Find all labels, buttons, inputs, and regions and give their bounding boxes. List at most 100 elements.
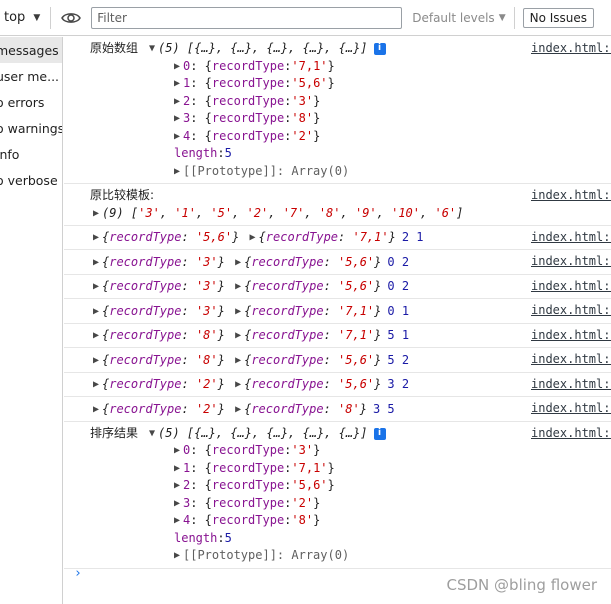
record-value: '2' xyxy=(291,495,314,510)
expand-triangle-icon[interactable]: ▼ xyxy=(146,425,158,443)
console-output: index.html:2 原始数组 ▼ (5) [{…}, {…}, {…}, … xyxy=(64,37,611,604)
array-item-row[interactable]: ▶ 1: {recordType: '7,1'} xyxy=(90,460,611,478)
array-item-row[interactable]: ▶ 4: {recordType: '2'} xyxy=(90,128,611,146)
source-link[interactable]: index.html:3 xyxy=(531,253,611,271)
object-preview[interactable]: {recordType: '5,6'} xyxy=(102,229,239,247)
expand-triangle-icon[interactable]: ▶ xyxy=(232,278,244,296)
expand-triangle-icon[interactable]: ▶ xyxy=(171,495,183,513)
source-link[interactable]: index.html:2 xyxy=(531,40,611,58)
expand-triangle-icon[interactable]: ▶ xyxy=(171,110,183,128)
punct: , xyxy=(340,205,355,220)
array-summary[interactable]: (5) [{…}, {…}, {…}, {…}, {…}] xyxy=(158,40,368,58)
sidebar-item-verbose[interactable]: o verbose xyxy=(0,167,62,193)
sidebar-item-errors[interactable]: o errors xyxy=(0,89,62,115)
expand-triangle-icon[interactable]: ▼ xyxy=(146,40,158,58)
expand-triangle-icon[interactable]: ▶ xyxy=(171,442,183,460)
punct: } xyxy=(313,128,321,143)
sidebar-item-info[interactable]: info xyxy=(0,141,62,167)
source-link[interactable]: index.html:3 xyxy=(531,376,611,394)
eye-icon[interactable] xyxy=(59,8,83,28)
expand-triangle-icon[interactable]: ▶ xyxy=(90,205,102,223)
object-preview[interactable]: {recordType: '8'} xyxy=(102,352,225,370)
object-preview[interactable]: {recordType: '5,6'} xyxy=(244,376,381,394)
array-item-row[interactable]: ▶ 2: {recordType: '5,6'} xyxy=(90,477,611,495)
expand-triangle-icon[interactable]: ▶ xyxy=(171,93,183,111)
punct: } xyxy=(313,513,321,528)
expand-triangle-icon[interactable]: ▶ xyxy=(232,303,244,321)
record-key: recordType xyxy=(211,443,285,458)
console-prompt-icon[interactable]: › xyxy=(74,565,82,583)
sidebar-item-user-messages[interactable]: user me... xyxy=(0,63,62,89)
source-link[interactable]: index.html:3 xyxy=(531,425,611,443)
sidebar-item-messages[interactable]: messages xyxy=(0,37,62,63)
array-summary[interactable]: (5) [{…}, {…}, {…}, {…}, {…}] xyxy=(158,425,368,443)
template-array[interactable]: (9) ['3', '1', '5', '2', '7', '8', '9', … xyxy=(102,205,463,223)
object-preview[interactable]: {recordType: '5,6'} xyxy=(244,278,381,296)
source-link[interactable]: index.html:3 xyxy=(531,278,611,296)
object-preview[interactable]: {recordType: '7,1'} xyxy=(259,229,396,247)
object-preview[interactable]: {recordType: '3'} xyxy=(102,303,225,321)
expand-triangle-icon[interactable]: ▶ xyxy=(171,460,183,478)
expand-triangle-icon[interactable]: ▶ xyxy=(90,303,102,321)
context-selector[interactable]: top ▼ xyxy=(0,0,40,35)
expand-triangle-icon[interactable]: ▶ xyxy=(171,75,183,93)
expand-triangle-icon[interactable]: ▶ xyxy=(247,229,259,247)
array-item-row[interactable]: ▶ 2: {recordType: '3'} xyxy=(90,93,611,111)
issues-button[interactable]: No Issues xyxy=(522,7,595,28)
record-value: '8' xyxy=(195,328,218,343)
source-link[interactable]: index.html:3 xyxy=(531,229,611,247)
object-preview[interactable]: {recordType: '2'} xyxy=(102,401,225,419)
array-value: '7' xyxy=(282,205,305,220)
object-preview[interactable]: {recordType: '7,1'} xyxy=(244,303,381,321)
punct: } xyxy=(217,352,225,367)
punct: , xyxy=(376,205,392,220)
source-link[interactable]: index.html:3 xyxy=(531,302,611,320)
expand-triangle-icon[interactable]: ▶ xyxy=(90,254,102,272)
source-link[interactable]: index.html:3 xyxy=(531,351,611,369)
array-item-row[interactable]: ▶ 0: {recordType: '7,1'} xyxy=(90,58,611,76)
filter-input[interactable] xyxy=(91,6,403,29)
expand-triangle-icon[interactable]: ▶ xyxy=(232,401,244,419)
record-value: '7,1' xyxy=(291,460,328,475)
source-link[interactable]: index.html:2 xyxy=(531,187,611,205)
array-item-row[interactable]: ▶ 3: {recordType: '8'} xyxy=(90,110,611,128)
array-item-row[interactable]: ▶ 4: {recordType: '8'} xyxy=(90,512,611,530)
expand-triangle-icon[interactable]: ▶ xyxy=(171,547,183,565)
punct: : xyxy=(284,128,292,143)
expand-triangle-icon[interactable]: ▶ xyxy=(90,278,102,296)
object-preview[interactable]: {recordType: '3'} xyxy=(102,254,225,272)
punct: : xyxy=(323,377,339,392)
object-preview[interactable]: {recordType: '8'} xyxy=(102,327,225,345)
expand-triangle-icon[interactable]: ▶ xyxy=(90,229,102,247)
source-link[interactable]: index.html:3 xyxy=(531,327,611,345)
expand-triangle-icon[interactable]: ▶ xyxy=(232,254,244,272)
array-item-row[interactable]: ▶ 0: {recordType: '3'} xyxy=(90,442,611,460)
expand-triangle-icon[interactable]: ▶ xyxy=(171,128,183,146)
expand-triangle-icon[interactable]: ▶ xyxy=(90,327,102,345)
log-levels-dropdown[interactable]: Default levels ▼ xyxy=(412,11,505,25)
object-preview[interactable]: {recordType: '2'} xyxy=(102,376,225,394)
prototype-entry[interactable]: [[Prototype]]: Array(0) xyxy=(183,163,349,181)
expand-triangle-icon[interactable]: ▶ xyxy=(171,477,183,495)
compare-index-b: 1 xyxy=(401,303,410,318)
expand-triangle-icon[interactable]: ▶ xyxy=(90,352,102,370)
array-item-row[interactable]: ▶ 1: {recordType: '5,6'} xyxy=(90,75,611,93)
expand-triangle-icon[interactable]: ▶ xyxy=(232,352,244,370)
expand-triangle-icon[interactable]: ▶ xyxy=(171,512,183,530)
object-preview[interactable]: {recordType: '3'} xyxy=(102,278,225,296)
sidebar-item-warnings[interactable]: o warnings xyxy=(0,115,62,141)
object-preview[interactable]: {recordType: '5,6'} xyxy=(244,254,381,272)
expand-triangle-icon[interactable]: ▶ xyxy=(90,401,102,419)
info-icon: i xyxy=(373,427,386,440)
expand-triangle-icon[interactable]: ▶ xyxy=(171,58,183,76)
array-item-row[interactable]: ▶ 3: {recordType: '2'} xyxy=(90,495,611,513)
expand-triangle-icon[interactable]: ▶ xyxy=(171,163,183,181)
object-preview[interactable]: {recordType: '8'} xyxy=(244,401,367,419)
expand-triangle-icon[interactable]: ▶ xyxy=(90,376,102,394)
object-preview[interactable]: {recordType: '7,1'} xyxy=(244,327,381,345)
prototype-entry[interactable]: [[Prototype]]: Array(0) xyxy=(183,547,349,565)
object-preview[interactable]: {recordType: '5,6'} xyxy=(244,352,381,370)
expand-triangle-icon[interactable]: ▶ xyxy=(232,376,244,394)
expand-triangle-icon[interactable]: ▶ xyxy=(232,327,244,345)
source-link[interactable]: index.html:3 xyxy=(531,400,611,418)
